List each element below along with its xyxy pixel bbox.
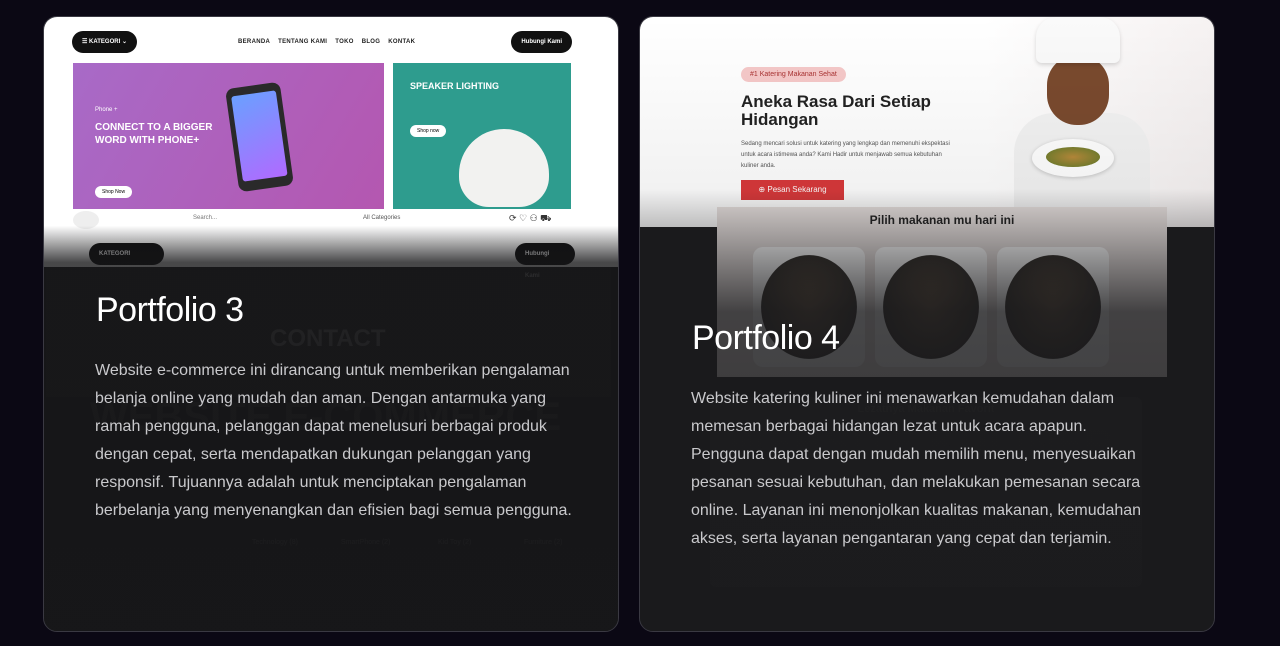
card-title: Portfolio 3: [96, 291, 244, 329]
preview-contact-button: Hubungi Kami: [511, 31, 572, 53]
card-title: Portfolio 4: [692, 319, 840, 357]
preview-category-item: Furniture (2): [524, 539, 563, 546]
chef-face: [1047, 55, 1109, 125]
preview-search-bar: Search... All Categories ⟳ ♡ ⚇ ⛟: [73, 209, 583, 231]
preview-banner-phone: Phone + CONNECT TO A BIGGER WORD WITH PH…: [73, 63, 384, 209]
preview-nav-links: BERANDA TENTANG KAMI TOKO BLOG KONTAK: [238, 39, 416, 45]
preview-category-item: Technology (8): [252, 539, 298, 546]
portfolio-card-3[interactable]: ☰ KATEGORI ⌄ BERANDA TENTANG KAMI TOKO BLOG…: [43, 16, 619, 632]
food-plate-image: [1032, 139, 1114, 177]
preview-category-button: ☰ KATEGORI ⌄: [72, 31, 137, 53]
preview-paragraph: Sedang mencari solusi untuk katering yan…: [741, 141, 950, 169]
preview-section-title: Pilih makanan mu hari ini: [869, 213, 1015, 227]
portfolio-card-4[interactable]: #1 Katering Makanan Sehat Aneka Rasa Dar…: [639, 16, 1215, 632]
preview-navbar: ☰ KATEGORI ⌄ BERANDA TENTANG KAMI TOKO BLOG…: [72, 31, 572, 53]
food-card: [997, 247, 1109, 367]
food-card: [875, 247, 987, 367]
card-description: Website e-commerce ini dirancang untuk m…: [95, 362, 572, 519]
preview-order-button: ⊕ Pesan Sekarang: [741, 180, 844, 200]
preview-category-item: SmartPhone (2): [341, 539, 391, 546]
chef-hat: [1036, 17, 1120, 63]
preview-heading: Aneka Rasa Dari Setiap Hidangan: [741, 92, 931, 129]
card-description: Website katering kuliner ini menawarkan …: [691, 390, 1142, 547]
preview-category-item: Kid Toy (2): [438, 539, 472, 546]
preview-badge: #1 Katering Makanan Sehat: [741, 67, 846, 82]
